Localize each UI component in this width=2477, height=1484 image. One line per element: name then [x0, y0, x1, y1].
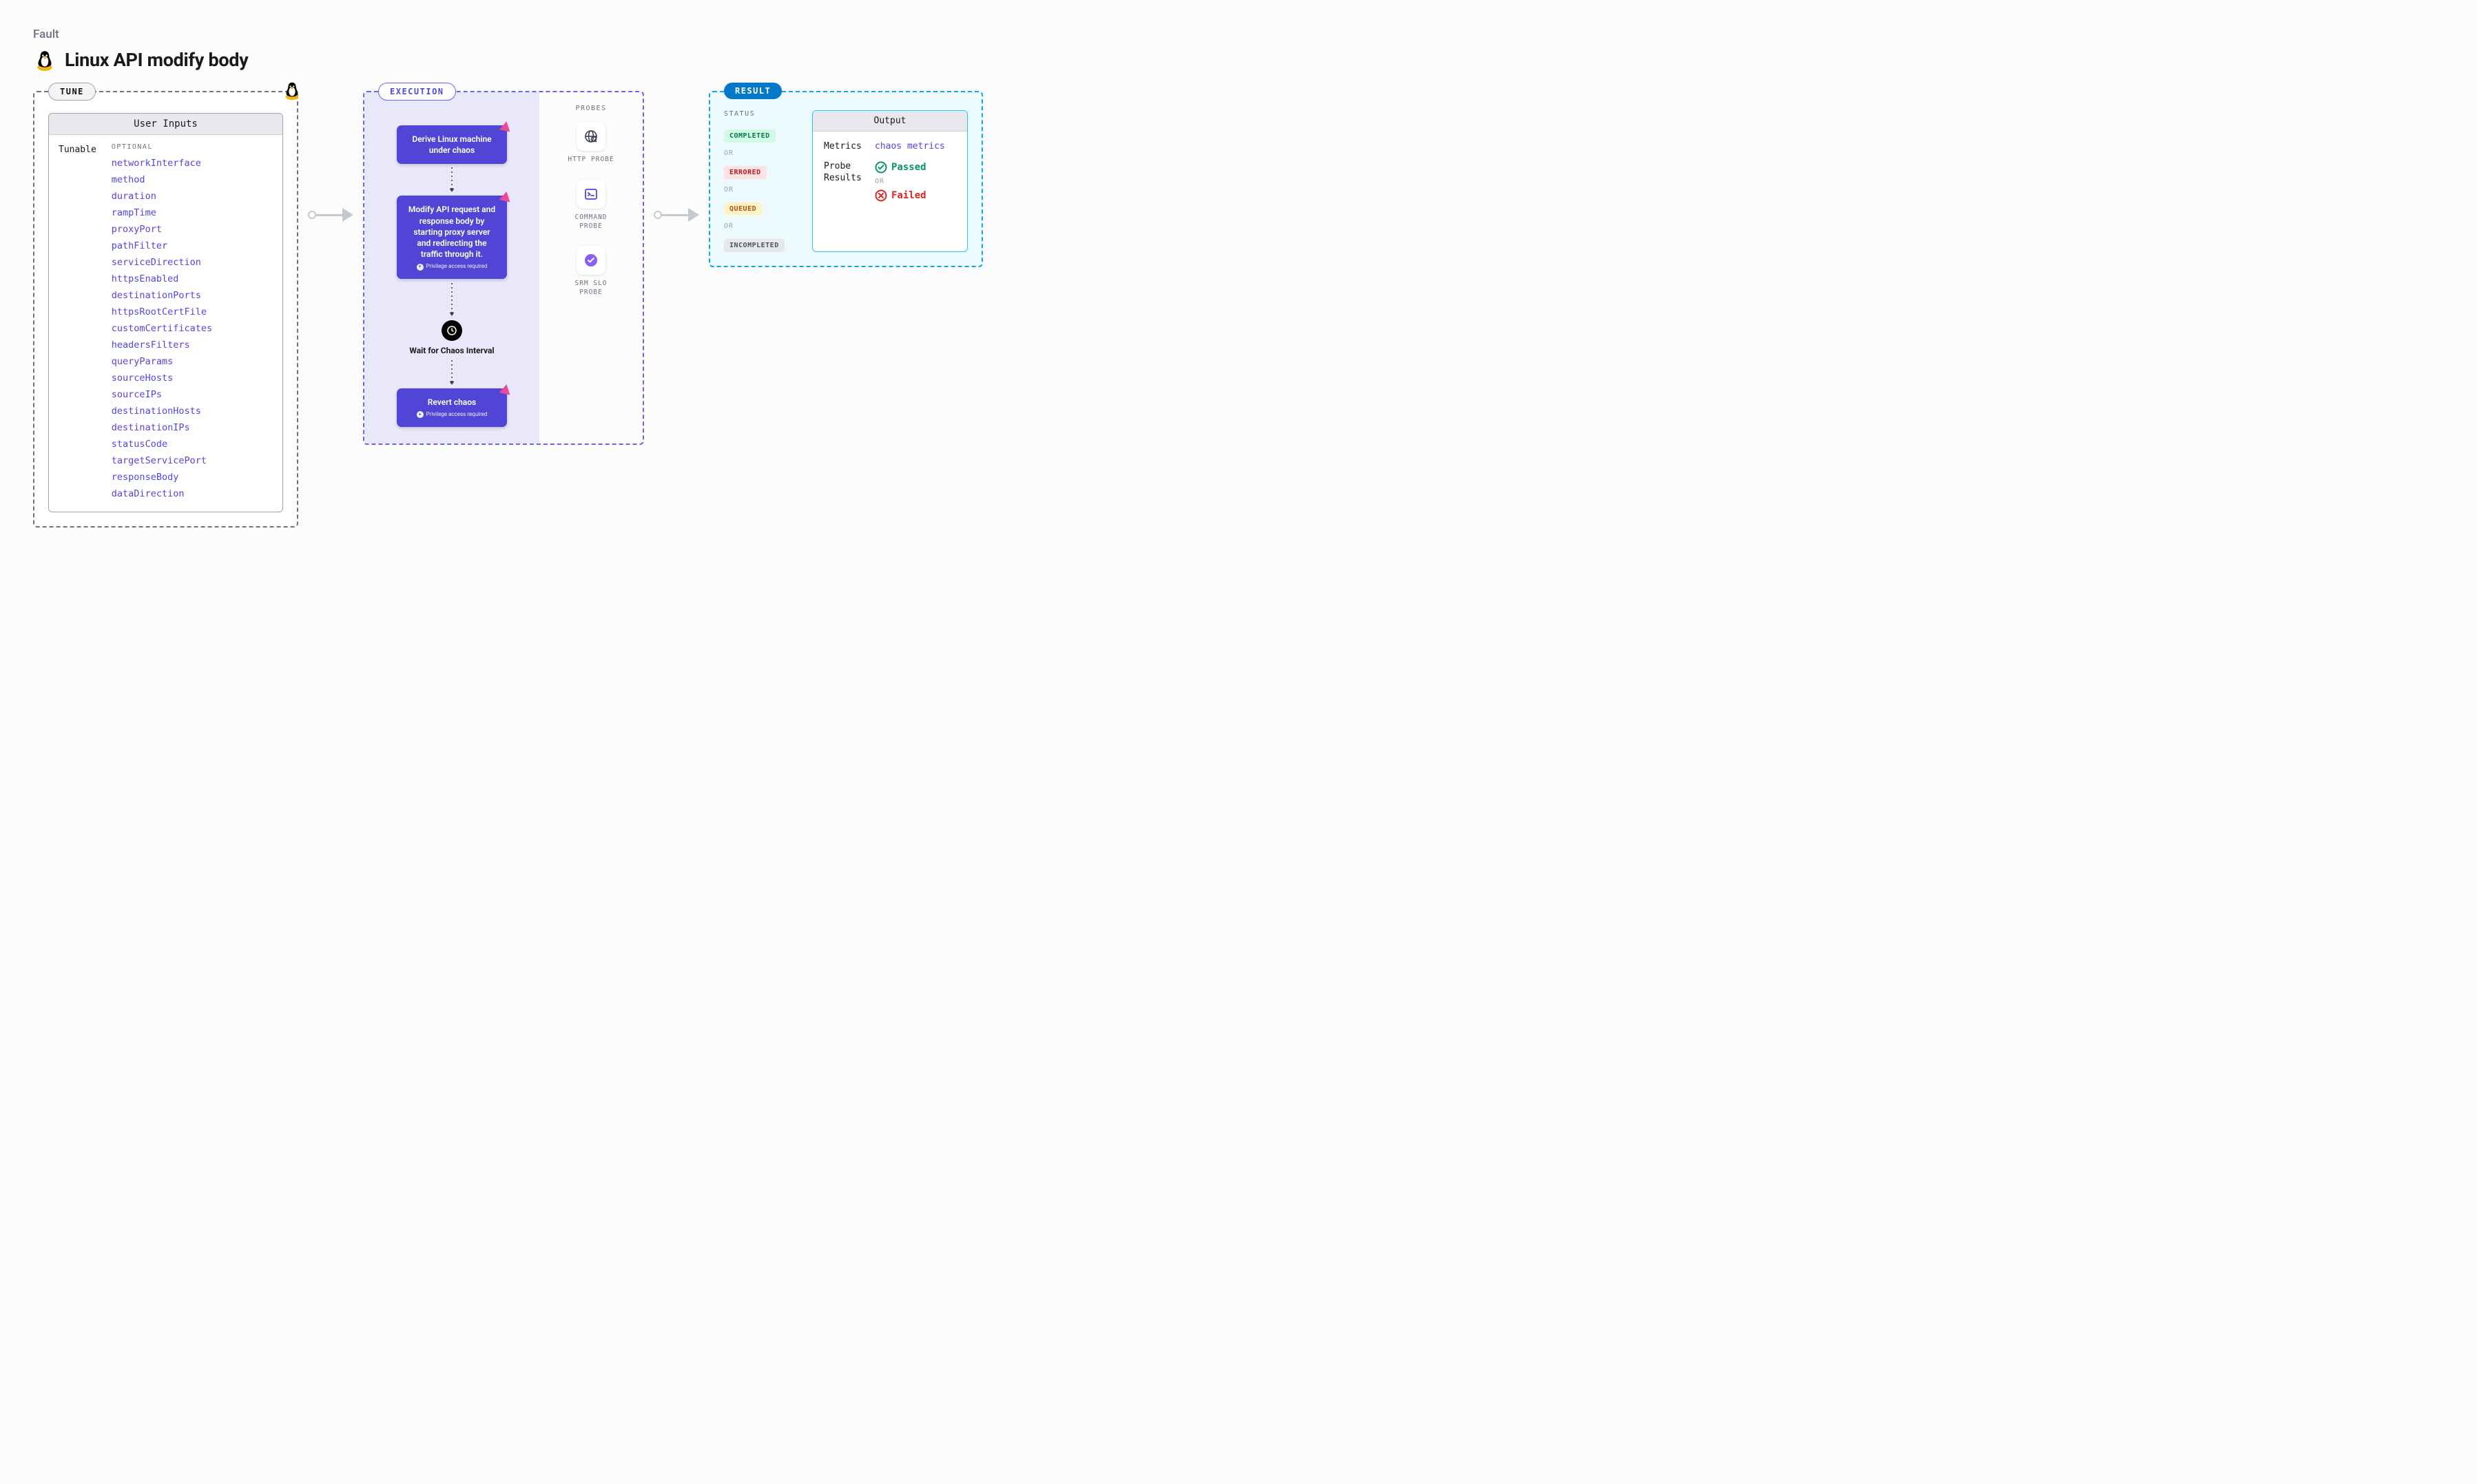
chaos-metrics-link[interactable]: chaos metrics — [875, 141, 945, 151]
probe-caption: HTTP PROBE — [546, 156, 636, 165]
tunable-item[interactable]: duration — [112, 188, 273, 205]
tunable-item[interactable]: sourceHosts — [112, 370, 273, 386]
probe-results-key: Probe Results — [824, 161, 864, 185]
tunable-item[interactable]: responseBody — [112, 469, 273, 485]
probe-failed: Failed — [875, 189, 926, 202]
probe-item: HTTP PROBE — [546, 122, 636, 165]
probe-caption: SRM SLOPROBE — [546, 280, 636, 297]
status-header: STATUS — [724, 110, 800, 118]
status-completed: COMPLETED — [724, 129, 776, 143]
tunable-item[interactable]: serviceDirection — [112, 254, 273, 271]
privilege-marker-icon — [499, 383, 512, 395]
step-derive: Derive Linux machine under chaos — [397, 125, 507, 164]
probes-header: PROBES — [546, 105, 636, 112]
optional-header: OPTIONAL — [112, 143, 273, 151]
execution-flow: Derive Linux machine under chaos Modify … — [364, 92, 539, 443]
execution-label: EXECUTION — [378, 83, 456, 101]
or-separator: OR — [724, 149, 800, 157]
globe-icon — [577, 122, 605, 151]
status-incompleted: INCOMPLETED — [724, 239, 785, 252]
probe-passed: Passed — [875, 161, 926, 174]
or-separator: OR — [724, 222, 800, 230]
tunable-item[interactable]: headersFilters — [112, 337, 273, 353]
privilege-badge: +Privilege access required — [406, 411, 497, 419]
fault-breadcrumb: Fault — [33, 28, 2444, 41]
tune-label: TUNE — [48, 83, 96, 101]
tunable-column-label: Tunable — [59, 143, 96, 502]
privilege-marker-icon — [499, 120, 512, 132]
tunable-item[interactable]: destinationPorts — [112, 287, 273, 304]
tune-panel: TUNE User Inputs Tunable OPTIONAL networ… — [33, 91, 298, 527]
tunable-item[interactable]: httpsEnabled — [112, 271, 273, 287]
connector-arrow — [654, 208, 699, 222]
tunable-item[interactable]: customCertificates — [112, 320, 273, 337]
diagram-canvas: TUNE User Inputs Tunable OPTIONAL networ… — [33, 91, 2444, 527]
output-header: Output — [813, 111, 967, 132]
result-label: RESULT — [724, 83, 782, 99]
tunable-item[interactable]: networkInterface — [112, 155, 273, 171]
tunable-list: networkInterfacemethoddurationrampTimepr… — [112, 155, 273, 502]
user-inputs-card: User Inputs Tunable OPTIONAL networkInte… — [48, 113, 283, 512]
probes-column: PROBES HTTP PROBE COMMANDPROBE SRM SLOPROB… — [539, 92, 643, 443]
page-title-row: Linux API modify body — [33, 48, 2444, 72]
probe-caption: COMMANDPROBE — [546, 213, 636, 231]
tunable-item[interactable]: httpsRootCertFile — [112, 304, 273, 320]
status-column: STATUS COMPLETED OR ERRORED OR QUEUED OR… — [724, 110, 800, 252]
tunable-item[interactable]: rampTime — [112, 205, 273, 221]
user-inputs-header: User Inputs — [49, 114, 282, 135]
probe-item: COMMANDPROBE — [546, 180, 636, 231]
output-card: Output Metrics chaos metrics Probe Resul… — [812, 110, 968, 252]
tunable-item[interactable]: targetServicePort — [112, 452, 273, 469]
privilege-badge: +Privilege access required — [406, 263, 497, 271]
or-separator: OR — [875, 178, 926, 185]
tunable-item[interactable]: pathFilter — [112, 238, 273, 254]
result-panel: RESULT STATUS COMPLETED OR ERRORED OR QU… — [709, 91, 983, 267]
tunable-item[interactable]: statusCode — [112, 436, 273, 452]
terminal-icon — [577, 180, 605, 209]
tunable-item[interactable]: dataDirection — [112, 485, 273, 502]
check-shield-icon — [577, 246, 605, 275]
status-queued: QUEUED — [724, 202, 762, 216]
x-circle-icon — [875, 189, 887, 202]
probe-item: SRM SLOPROBE — [546, 246, 636, 297]
or-separator: OR — [724, 186, 800, 194]
tunable-item[interactable]: destinationHosts — [112, 403, 273, 419]
tunable-item[interactable]: queryParams — [112, 353, 273, 370]
wait-step: Wait for Chaos Interval — [409, 320, 494, 357]
step-revert: Revert chaos +Privilege access required — [397, 388, 507, 427]
page-title: Linux API modify body — [65, 49, 248, 71]
connector-arrow — [308, 208, 353, 222]
tunable-item[interactable]: sourceIPs — [112, 386, 273, 403]
status-errored: ERRORED — [724, 166, 767, 179]
execution-panel: EXECUTION Derive Linux machine under cha… — [363, 91, 644, 445]
clock-icon — [442, 320, 462, 341]
linux-icon — [282, 80, 302, 101]
tunable-item[interactable]: destinationIPs — [112, 419, 273, 436]
step-modify: Modify API request and response body by … — [397, 196, 507, 279]
metrics-key: Metrics — [824, 141, 864, 151]
linux-icon — [33, 48, 56, 72]
tunable-item[interactable]: method — [112, 171, 273, 188]
privilege-marker-icon — [499, 191, 512, 202]
tunable-item[interactable]: proxyPort — [112, 221, 273, 238]
check-circle-icon — [875, 161, 887, 174]
